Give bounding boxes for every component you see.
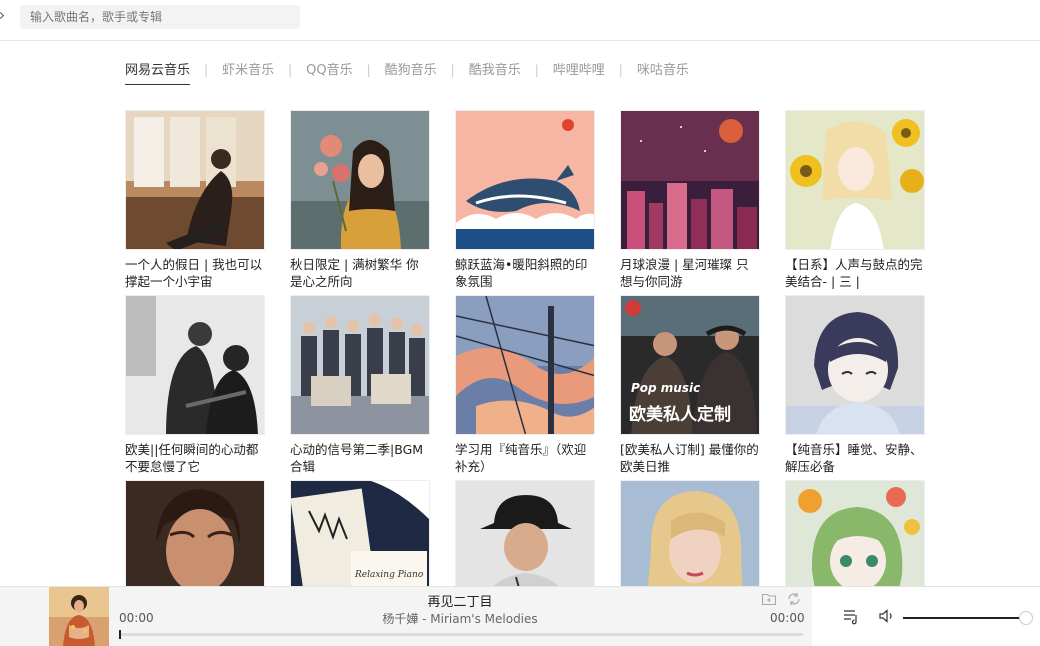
playlist-card[interactable] <box>620 480 760 586</box>
playlist-cover[interactable] <box>455 480 595 586</box>
volume-slider[interactable] <box>903 611 1033 625</box>
volume-icon[interactable] <box>878 607 898 627</box>
playlist-icon[interactable] <box>842 607 862 627</box>
tab-source-5[interactable]: 哔哩哔哩 <box>553 61 605 81</box>
playlist-cover-image <box>786 111 924 249</box>
playlist-cover-image <box>291 296 429 434</box>
playlist-card[interactable] <box>785 480 925 586</box>
tab-separator: | <box>204 63 209 77</box>
playlist-cover-image <box>291 111 429 249</box>
playlist-title[interactable]: 【纯音乐】睡觉、安静、解压必备 <box>785 441 925 475</box>
playlist-card[interactable]: 【纯音乐】睡觉、安静、解压必备 <box>785 295 925 475</box>
tab-source-2[interactable]: QQ音乐 <box>306 61 352 81</box>
tab-source-1[interactable]: 虾米音乐 <box>222 61 274 81</box>
playlist-cover[interactable] <box>290 110 430 250</box>
playlist-cover-image <box>456 481 594 586</box>
top-bar <box>0 0 1040 41</box>
playlist-card[interactable]: 学习用『纯音乐』（欢迎补充） <box>455 295 595 475</box>
tab-separator: | <box>288 63 293 77</box>
playlist-grid: 一个人的假日 | 我也可以撑起一个小宇宙 秋日限定 | 满树繁华 你是心之所向 … <box>125 110 930 586</box>
playlist-card[interactable]: Relaxing Piano <box>290 480 430 586</box>
current-time: 00:00 <box>119 611 154 625</box>
playlist-cover[interactable] <box>785 295 925 435</box>
playlist-card[interactable]: Pop music 欧美私人定制 [欧美私人订制] 最懂你的欧美日推 <box>620 295 760 475</box>
source-tabs: 网易云音乐 | 虾米音乐 | QQ音乐 | 酷狗音乐 | 酷我音乐 | 哔哩哔哩 | 咪咕音乐 <box>125 61 689 87</box>
svg-text:欧美私人定制: 欧美私人定制 <box>629 404 731 425</box>
playlist-cover-image <box>126 111 264 249</box>
tab-separator: | <box>366 63 371 77</box>
progress-bar[interactable] <box>119 630 803 639</box>
volume-handle[interactable] <box>1019 611 1033 625</box>
playlist-card[interactable]: 月球浪漫 | 星河璀璨 只想与你同游 <box>620 110 760 290</box>
playlist-cover[interactable] <box>125 110 265 250</box>
playlist-cover[interactable] <box>785 110 925 250</box>
playlist-card[interactable]: 【日系】人声与鼓点的完美结合- | 三 | <box>785 110 925 290</box>
now-playing-album-art[interactable] <box>49 587 109 646</box>
playlist-title[interactable]: 【日系】人声与鼓点的完美结合- | 三 | <box>785 256 925 290</box>
playlist-cover[interactable] <box>125 480 265 586</box>
playlist-cover[interactable] <box>455 295 595 435</box>
svg-text:Relaxing Piano: Relaxing Piano <box>354 570 424 580</box>
tab-separator: | <box>534 63 539 77</box>
playlist-cover-image <box>126 481 264 586</box>
playlist-title[interactable]: 学习用『纯音乐』（欢迎补充） <box>455 441 595 475</box>
tab-separator: | <box>618 63 623 77</box>
tab-source-4[interactable]: 酷我音乐 <box>469 61 521 81</box>
playlist-title[interactable]: 鲸跃蓝海•暖阳斜照的印象氛围 <box>455 256 595 290</box>
playlist-cover-image <box>126 296 264 434</box>
playlist-cover[interactable] <box>455 110 595 250</box>
tab-source-0[interactable]: 网易云音乐 <box>125 61 191 85</box>
volume-fill <box>903 617 1030 619</box>
playlist-title[interactable]: 一个人的假日 | 我也可以撑起一个小宇宙 <box>125 256 265 290</box>
duration-time: 00:00 <box>770 611 805 625</box>
playlist-cover[interactable] <box>620 480 760 586</box>
playlist-card[interactable]: 一个人的假日 | 我也可以撑起一个小宇宙 <box>125 110 265 290</box>
player-info-area: 00:00 再见二丁目 杨千嬅 - Miriam's Melodies 00:0… <box>0 587 812 646</box>
album-art-image <box>49 587 109 646</box>
song-title: 再见二丁目 <box>427 595 493 610</box>
svg-text:Pop music: Pop music <box>631 381 700 395</box>
playlist-cover-image: Pop music 欧美私人定制 <box>621 296 759 434</box>
playlist-cover-image <box>786 296 924 434</box>
playlist-cover[interactable] <box>125 295 265 435</box>
playlist-title[interactable]: 欧美||任何瞬间的心动都不要怠慢了它 <box>125 441 265 475</box>
loop-icon[interactable] <box>786 591 804 609</box>
playlist-cover[interactable] <box>620 110 760 250</box>
playlist-card[interactable] <box>125 480 265 586</box>
playlist-title[interactable]: 心动的信号第二季|BGM合辑 <box>290 441 430 475</box>
tab-source-6[interactable]: 咪咕音乐 <box>637 61 689 81</box>
playlist-title[interactable]: 秋日限定 | 满树繁华 你是心之所向 <box>290 256 430 290</box>
playlist-cover[interactable] <box>290 295 430 435</box>
progress-handle[interactable] <box>119 630 121 639</box>
playlist-cover[interactable] <box>785 480 925 586</box>
playlist-title[interactable]: [欧美私人订制] 最懂你的欧美日推 <box>620 441 760 475</box>
playlist-card[interactable]: 心动的信号第二季|BGM合辑 <box>290 295 430 475</box>
playlist-cover-image <box>456 296 594 434</box>
playlist-card[interactable]: 鲸跃蓝海•暖阳斜照的印象氛围 <box>455 110 595 290</box>
playlist-title[interactable]: 月球浪漫 | 星河璀璨 只想与你同游 <box>620 256 760 290</box>
folder-plus-icon[interactable] <box>761 591 779 609</box>
playlist-cover-image <box>786 481 924 586</box>
playlist-cover[interactable]: Pop music 欧美私人定制 <box>620 295 760 435</box>
search-input[interactable] <box>20 5 300 29</box>
chevron-right-icon[interactable] <box>0 11 5 20</box>
tab-source-3[interactable]: 酷狗音乐 <box>385 61 437 81</box>
player-bar: 00:00 再见二丁目 杨千嬅 - Miriam's Melodies 00:0… <box>0 586 1040 646</box>
playlist-card[interactable] <box>455 480 595 586</box>
song-artist: 杨千嬅 - Miriam's Melodies <box>382 612 538 626</box>
playlist-cover-image <box>621 111 759 249</box>
playlist-cover-image: Relaxing Piano <box>291 481 429 586</box>
playlist-card[interactable]: 秋日限定 | 满树繁华 你是心之所向 <box>290 110 430 290</box>
tab-separator: | <box>450 63 455 77</box>
playlist-cover-image <box>621 481 759 586</box>
playlist-cover-image <box>456 111 594 249</box>
playlist-card[interactable]: 欧美||任何瞬间的心动都不要怠慢了它 <box>125 295 265 475</box>
playlist-cover[interactable]: Relaxing Piano <box>290 480 430 586</box>
